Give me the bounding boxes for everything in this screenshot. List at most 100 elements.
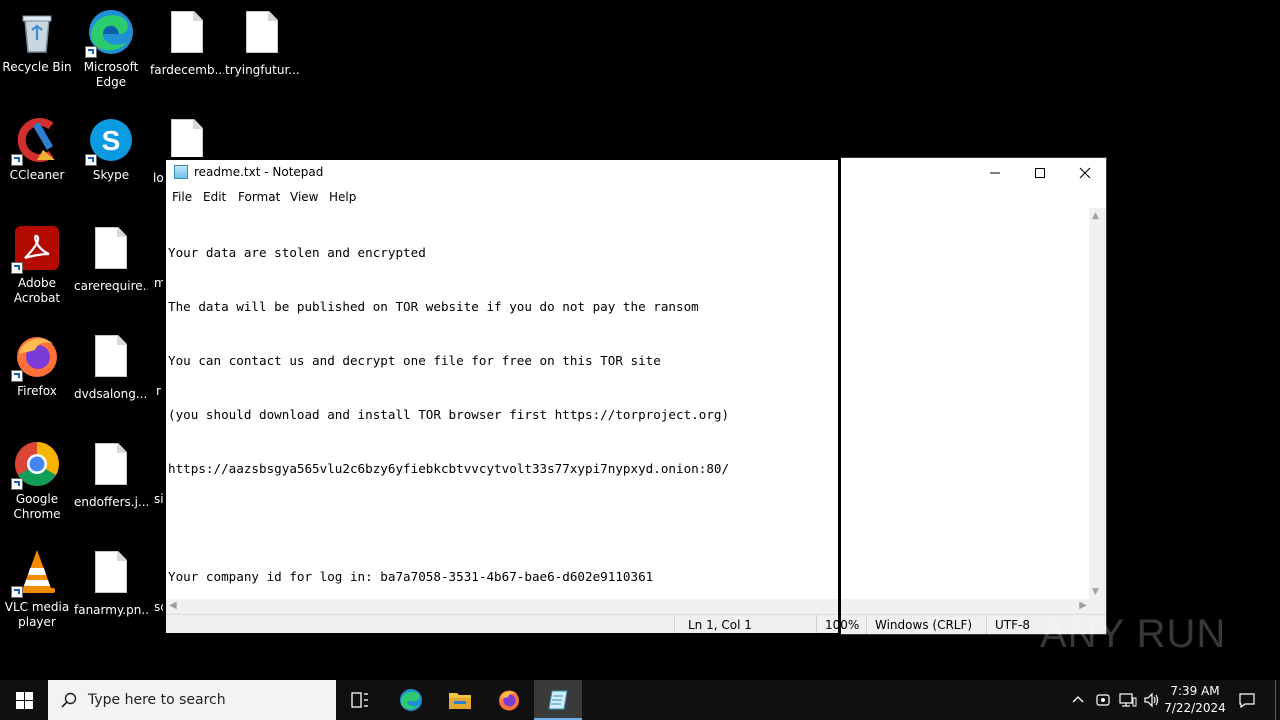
svg-text:S: S	[102, 125, 121, 156]
vlc-cone-icon	[11, 548, 61, 598]
taskbar: Type here to search 7:39 AM 7/22/2024	[0, 680, 1280, 720]
taskbar-firefox[interactable]	[485, 680, 533, 720]
status-bar: Ln 1, Col 1 100% Windows (CRLF) UTF-8	[166, 614, 1106, 634]
zoom-level: 100%	[825, 618, 860, 632]
google-chrome-icon	[11, 440, 61, 490]
task-view-button[interactable]	[336, 680, 384, 720]
notepad-icon	[174, 165, 188, 179]
anyrun-watermark: ANY RUN	[1040, 612, 1227, 656]
desktop-icon-partial-sc[interactable]: sc	[150, 548, 164, 615]
status-separator	[866, 615, 867, 634]
desktop-icon-carerequire[interactable]: carerequire...	[74, 224, 148, 294]
scroll-down-icon[interactable]: ▼	[1092, 587, 1099, 597]
search-placeholder: Type here to search	[88, 692, 226, 708]
scroll-right-icon[interactable]: ▶	[1079, 600, 1087, 611]
text-editor[interactable]: Your data are stolen and encrypted The d…	[168, 208, 1093, 598]
chevron-up-icon	[1072, 696, 1084, 703]
maximize-button[interactable]	[1017, 158, 1063, 188]
clock-date: 7/22/2024	[1164, 701, 1226, 715]
folder-icon	[449, 693, 471, 709]
desktop-icon-ccleaner[interactable]: CCleaner	[0, 116, 74, 183]
maximize-icon	[1035, 168, 1045, 178]
network-icon	[1119, 693, 1137, 707]
desktop-icon-partial-si[interactable]: si	[150, 440, 164, 507]
text-line: https://aazsbsgya565vlu2c6bzy6yfiebkcbtv…	[168, 461, 730, 476]
adobe-acrobat-icon	[11, 224, 61, 274]
desktop-icon-endoffers[interactable]: endoffers.j...	[74, 440, 148, 510]
desktop-icon-recycle-bin[interactable]: Recycle Bin	[0, 8, 74, 75]
desktop-icon-firefox[interactable]: Firefox	[0, 332, 74, 399]
firefox-icon	[11, 332, 61, 382]
desktop-icon-google-chrome[interactable]: Google Chrome	[0, 440, 74, 522]
menu-edit[interactable]: Edit	[203, 190, 226, 204]
file-icon	[163, 11, 211, 59]
desktop-icon-fanarmy[interactable]: fanarmy.pn...	[74, 548, 148, 618]
menu-view[interactable]: View	[290, 190, 318, 204]
meet-now-icon	[1096, 694, 1110, 706]
shortcut-arrow-icon	[85, 46, 97, 58]
text-line: Your company id for log in: ba7a7058-353…	[168, 569, 654, 584]
shortcut-arrow-icon	[11, 370, 23, 382]
menu-format[interactable]: Format	[238, 190, 280, 204]
shortcut-arrow-icon	[11, 478, 23, 490]
notepad-window[interactable]: readme.txt - Notepad File Edit Format Vi…	[165, 157, 1107, 635]
taskbar-notepad[interactable]	[534, 680, 582, 720]
start-button[interactable]	[0, 680, 48, 720]
text-line: You can contact us and decrypt one file …	[168, 353, 661, 368]
file-icon	[87, 335, 135, 383]
shortcut-arrow-icon	[85, 154, 97, 166]
text-line: (you should download and install TOR bro…	[168, 407, 730, 422]
desktop-icon-vlc[interactable]: VLC media player	[0, 548, 74, 630]
recycle-bin-icon	[13, 8, 61, 56]
encoding: UTF-8	[995, 618, 1030, 632]
action-center-icon	[1239, 693, 1255, 708]
taskbar-clock[interactable]: 7:39 AM 7/22/2024	[1160, 683, 1230, 717]
edge-icon	[400, 689, 422, 711]
shortcut-arrow-icon	[11, 262, 23, 274]
show-desktop-button[interactable]	[1275, 680, 1276, 720]
desktop-icon-partial-r[interactable]: r	[150, 332, 164, 399]
status-separator	[986, 615, 987, 634]
desktop-icon-dvdsalong[interactable]: dvdsalong....	[74, 332, 148, 402]
desktop-icon-microsoft-edge[interactable]: Microsoft Edge	[74, 8, 148, 90]
scroll-up-icon[interactable]: ▲	[1092, 211, 1099, 221]
desktop-icon-tryingfutur[interactable]: tryingfutur...	[225, 8, 299, 78]
taskbar-edge[interactable]	[387, 680, 435, 720]
firefox-icon	[499, 690, 519, 711]
title-bar[interactable]: readme.txt - Notepad	[166, 158, 1106, 188]
speaker-icon	[1144, 692, 1159, 708]
taskbar-search-box[interactable]: Type here to search	[48, 680, 336, 720]
text-line	[168, 514, 1093, 532]
file-icon	[238, 11, 286, 59]
desktop-icon-adobe-acrobat[interactable]: Adobe Acrobat	[0, 224, 74, 306]
scroll-left-icon[interactable]: ◀	[169, 600, 177, 611]
window-title: readme.txt - Notepad	[194, 165, 324, 179]
line-ending: Windows (CRLF)	[875, 618, 973, 632]
vertical-scrollbar[interactable]: ▲ ▼	[1089, 208, 1106, 600]
minimize-icon	[990, 172, 1000, 174]
minimize-button[interactable]	[972, 158, 1018, 188]
shortcut-arrow-icon	[11, 586, 23, 598]
file-icon	[87, 551, 135, 599]
taskbar-file-explorer[interactable]	[436, 680, 484, 720]
menu-bar: File Edit Format View Help	[166, 188, 1106, 207]
search-icon	[61, 692, 77, 708]
status-separator	[816, 615, 817, 634]
shortcut-arrow-icon	[11, 154, 23, 166]
desktop-icon-fardecemb[interactable]: fardecemb...	[150, 8, 224, 78]
edge-icon	[85, 8, 135, 58]
close-button[interactable]	[1062, 158, 1108, 188]
skype-icon: S	[85, 116, 135, 166]
menu-help[interactable]: Help	[329, 190, 356, 204]
desktop-icon-skype[interactable]: S Skype	[74, 116, 148, 183]
cursor-position: Ln 1, Col 1	[688, 618, 752, 632]
clock-time: 7:39 AM	[1170, 684, 1220, 698]
text-line: The data will be published on TOR websit…	[168, 299, 699, 314]
file-icon	[87, 227, 135, 275]
desktop-icon-partial-m[interactable]: m	[150, 224, 164, 291]
task-view-icon	[351, 692, 368, 708]
close-icon	[1079, 167, 1091, 179]
ccleaner-icon	[11, 116, 61, 166]
status-separator	[674, 615, 675, 634]
menu-file[interactable]: File	[172, 190, 192, 204]
